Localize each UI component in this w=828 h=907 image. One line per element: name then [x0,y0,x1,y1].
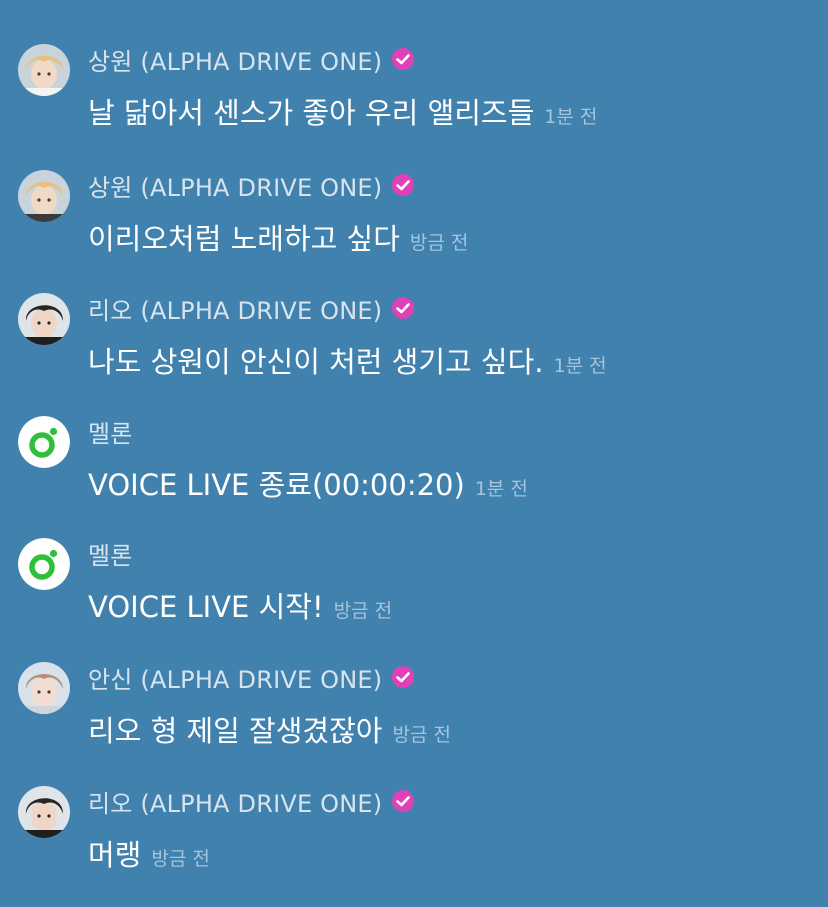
message-text: 리오 형 제일 잘생겼잖아 [88,714,383,748]
sender-name[interactable]: 안신 (ALPHA DRIVE ONE) [88,660,382,695]
message-row: VOICE LIVE 종료(00:00:20) 1분 전 [88,462,528,502]
verified-check-icon [391,296,415,320]
sender-row: 리오 (ALPHA DRIVE ONE) [88,291,415,326]
blonde-member-avatar-icon[interactable] [18,44,70,96]
sender-row: 상원 (ALPHA DRIVE ONE) [88,42,415,77]
sender-row: 리오 (ALPHA DRIVE ONE) [88,784,415,819]
light-hair-member-avatar-icon[interactable] [18,662,70,714]
sender-name[interactable]: 리오 (ALPHA DRIVE ONE) [88,784,382,819]
message-time: 방금 전 [392,724,451,746]
message-time: 방금 전 [409,232,469,254]
verified-check-icon [391,789,415,813]
message-row: 이리오처럼 노래하고 싶다 방금 전 [88,216,469,256]
message-text: 나도 상원이 안신이 처런 생기고 싶다. [88,345,544,379]
sender-row: 멜론 [88,414,133,449]
sender-row: 안신 (ALPHA DRIVE ONE) [88,660,415,695]
message-row: VOICE LIVE 시작! 방금 전 [88,584,393,624]
melon-logo-icon[interactable] [18,538,70,590]
verified-check-icon [391,173,415,197]
message-text: VOICE LIVE 시작! [88,590,324,624]
message-time: 1분 전 [474,478,528,500]
message-row: 머랭 방금 전 [88,832,210,872]
message-text: 머랭 [88,838,142,872]
chat-message-list[interactable]: 상원 (ALPHA DRIVE ONE) 날 닮아서 센스가 좋아 우리 앨리즈… [0,0,828,907]
sender-row: 상원 (ALPHA DRIVE ONE) [88,168,415,203]
message-row: 나도 상원이 안신이 처런 생기고 싶다. 1분 전 [88,339,607,379]
message-time: 1분 전 [544,106,598,128]
sender-row: 멜론 [88,536,133,571]
verified-check-icon [391,47,415,71]
sender-name[interactable]: 상원 (ALPHA DRIVE ONE) [88,42,382,77]
message-time: 방금 전 [333,600,393,622]
melon-logo-icon[interactable] [18,416,70,468]
message-row: 리오 형 제일 잘생겼잖아 방금 전 [88,708,451,748]
blonde-member-avatar-icon[interactable] [18,170,70,222]
verified-check-icon [391,665,415,689]
sender-name[interactable]: 멜론 [88,536,133,571]
message-text: 날 닮아서 센스가 좋아 우리 앨리즈들 [88,96,535,130]
message-row: 날 닮아서 센스가 좋아 우리 앨리즈들 1분 전 [88,90,598,130]
sender-name[interactable]: 멜론 [88,414,133,449]
message-text: 이리오처럼 노래하고 싶다 [88,222,400,256]
sender-name[interactable]: 리오 (ALPHA DRIVE ONE) [88,291,382,326]
dark-hair-member-avatar-icon[interactable] [18,786,70,838]
message-time: 방금 전 [151,848,210,870]
dark-hair-member-avatar-icon[interactable] [18,293,70,345]
message-time: 1분 전 [553,355,607,377]
message-text: VOICE LIVE 종료(00:00:20) [88,468,465,502]
sender-name[interactable]: 상원 (ALPHA DRIVE ONE) [88,168,382,203]
